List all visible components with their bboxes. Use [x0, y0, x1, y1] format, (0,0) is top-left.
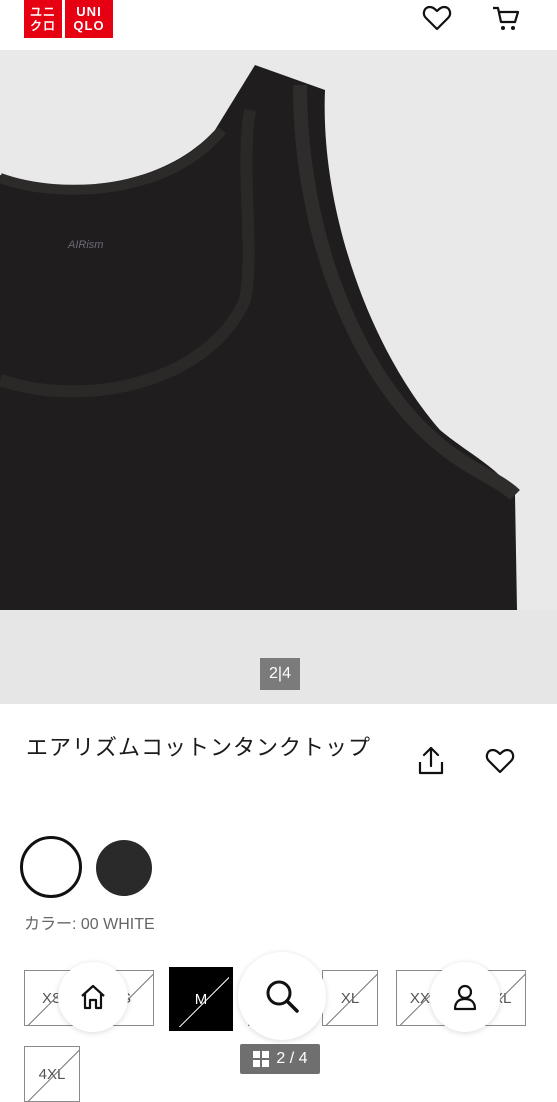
logo-kana-line1: ユニ — [29, 5, 56, 19]
cart-icon[interactable] — [490, 2, 522, 34]
uniqlo-logo[interactable]: ユニ クロ UNI QLO — [24, 0, 113, 38]
logo-kana-line2: クロ — [29, 19, 56, 33]
logo-kana-block: ユニ クロ — [24, 0, 62, 38]
home-icon — [81, 984, 105, 1010]
header: ユニ クロ UNI QLO — [0, 0, 557, 50]
size-4xl[interactable]: 4XL — [24, 1046, 80, 1102]
share-icon[interactable] — [414, 744, 448, 778]
logo-latin-block: UNI QLO — [65, 0, 113, 38]
account-button[interactable] — [430, 962, 500, 1032]
color-swatch-black[interactable] — [96, 840, 152, 896]
size-label: XL — [340, 989, 360, 1007]
user-icon — [453, 984, 477, 1011]
search-button[interactable] — [238, 952, 326, 1040]
favorite-heart-icon[interactable] — [483, 744, 517, 778]
logo-latin-line1: UNI — [76, 4, 102, 19]
page-counter-text: 2 / 4 — [276, 1050, 308, 1067]
size-m[interactable]: M — [169, 967, 233, 1031]
product-title: エアリズムコットンタンクトップ — [26, 736, 372, 761]
image-brand-text: AIRism — [67, 239, 103, 251]
product-image[interactable]: AIRism — [0, 50, 557, 610]
gallery-page-counter[interactable]: 2 / 4 — [240, 1044, 320, 1074]
home-button[interactable] — [58, 962, 128, 1032]
size-xl[interactable]: XL — [322, 970, 378, 1026]
logo-latin-line2: QLO — [73, 18, 105, 33]
image-pager: 2|4 — [260, 658, 300, 690]
heart-icon[interactable] — [421, 2, 453, 34]
search-icon — [266, 980, 299, 1013]
color-swatch-white[interactable] — [20, 836, 82, 898]
grid-icon — [253, 1051, 270, 1067]
tank-top-photo: AIRism — [0, 50, 557, 610]
color-label: カラー: 00 WHITE — [24, 916, 155, 933]
